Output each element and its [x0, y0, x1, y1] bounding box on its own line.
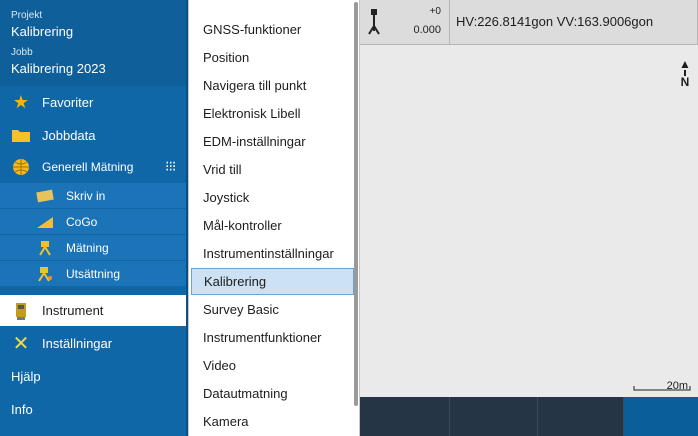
north-arrow-icon: ▲ N [679, 57, 691, 89]
menu-item-elektronisk-libell[interactable]: Elektronisk Libell [191, 100, 354, 127]
sidebar-item-instrument[interactable]: Instrument [0, 295, 188, 326]
menu-item-video[interactable]: Video [191, 352, 354, 379]
sidebar-item-label: CoGo [66, 214, 98, 229]
softkey-1[interactable] [360, 397, 450, 436]
stakeout-icon [36, 265, 54, 283]
sidebar-item-label: Hjälp [11, 368, 41, 384]
sidebar-item-cogo[interactable]: CoGo [0, 209, 188, 234]
sidebar-item-label: Favoriter [42, 94, 94, 110]
app-grid-icon[interactable]: ⁝⁝⁝ [165, 159, 176, 173]
menu-item-position[interactable]: Position [191, 44, 354, 71]
menu-item-datautmatning[interactable]: Datautmatning [191, 380, 354, 407]
menu-item-vrid-till[interactable]: Vrid till [191, 156, 354, 183]
sidebar-item-matning[interactable]: Mätning [0, 235, 188, 260]
menu-item-gnss-funktioner[interactable]: GNSS-funktioner [191, 16, 354, 43]
softkey-3[interactable] [538, 397, 624, 436]
softkey-2[interactable] [450, 397, 538, 436]
sidebar-item-label: Generell Mätning [42, 160, 134, 174]
sidebar-item-label: Skriv in [66, 188, 106, 203]
sidebar-item-favoriter[interactable]: ★ Favoriter [0, 86, 188, 118]
project-label: Projekt [11, 10, 43, 21]
offset-bottom-value: 0.000 [413, 24, 441, 36]
offset-top-value: +0 [429, 6, 441, 17]
menu-item-kalibrering[interactable]: Kalibrering [191, 268, 354, 295]
project-name: Kalibrering [11, 24, 74, 39]
menu-item-instrumentinstallningar[interactable]: Instrumentinställningar [191, 240, 354, 267]
sidebar-item-label: Mätning [66, 240, 109, 255]
sidebar-item-jobbdata[interactable]: Jobbdata [0, 119, 188, 151]
status-bar: +0 0.000 HV:226.8141gon VV:163.9006gon [360, 0, 698, 45]
sidebar-item-label: Instrument [42, 303, 104, 318]
cogo-icon [36, 213, 54, 231]
total-station-icon [368, 9, 380, 35]
bottom-toolbar [360, 397, 698, 436]
sidebar-item-info[interactable]: Info [0, 393, 188, 425]
menu-item-navigera-till-punkt[interactable]: Navigera till punkt [191, 72, 354, 99]
softkey-accent[interactable] [624, 397, 698, 436]
map-view[interactable] [360, 45, 698, 397]
sidebar-item-label: Inställningar [42, 335, 113, 351]
menu-item-instrumentfunktioner[interactable]: Instrumentfunktioner [191, 324, 354, 351]
settings-icon: ✕ [12, 332, 30, 355]
job-name: Kalibrering 2023 [11, 61, 106, 76]
instrument-menu: GNSS-funktioner Position Navigera till p… [188, 0, 360, 436]
menu-scrollbar[interactable] [354, 2, 358, 406]
globe-icon [10, 156, 32, 178]
north-label: N [680, 75, 690, 89]
measure-icon [36, 239, 54, 257]
sidebar-item-label: Jobbdata [42, 127, 96, 143]
menu-item-joystick[interactable]: Joystick [191, 184, 354, 211]
menu-item-mal-kontroller[interactable]: Mål-kontroller [191, 212, 354, 239]
scale-label: 20m [666, 380, 688, 392]
sidebar-item-label: Utsättning [66, 266, 121, 281]
sidebar-item-utsattning[interactable]: Utsättning [0, 261, 188, 286]
sidebar-item-hjalp[interactable]: Hjälp [0, 360, 188, 392]
menu-item-survey-basic[interactable]: Survey Basic [191, 296, 354, 323]
instrument-icon [10, 300, 32, 322]
sidebar: Projekt Kalibrering Jobb Kalibrering 202… [0, 0, 188, 436]
sidebar-item-label: Info [11, 401, 33, 417]
menu-item-edm-installningar[interactable]: EDM-inställningar [191, 128, 354, 155]
job-label: Jobb [11, 47, 33, 58]
folder-icon [10, 124, 32, 146]
project-info[interactable]: Projekt Kalibrering Jobb Kalibrering 202… [0, 0, 188, 86]
app-window: +0 0.000 HV:226.8141gon VV:163.9006gon ▲… [0, 0, 698, 436]
angles-readout: HV:226.8141gon VV:163.9006gon [456, 14, 654, 29]
sidebar-item-generell-matning[interactable]: Generell Mätning ⁝⁝⁝ [0, 151, 188, 183]
sidebar-item-installningar[interactable]: ✕ Inställningar [0, 327, 188, 359]
instrument-status[interactable]: +0 0.000 [360, 0, 450, 45]
star-icon: ★ [12, 91, 30, 112]
sidebar-item-skriv-in[interactable]: Skriv in [0, 183, 188, 208]
keyin-icon [36, 187, 54, 205]
menu-item-kamera[interactable]: Kamera [191, 408, 354, 435]
angles-status[interactable]: HV:226.8141gon VV:163.9006gon [450, 0, 698, 45]
